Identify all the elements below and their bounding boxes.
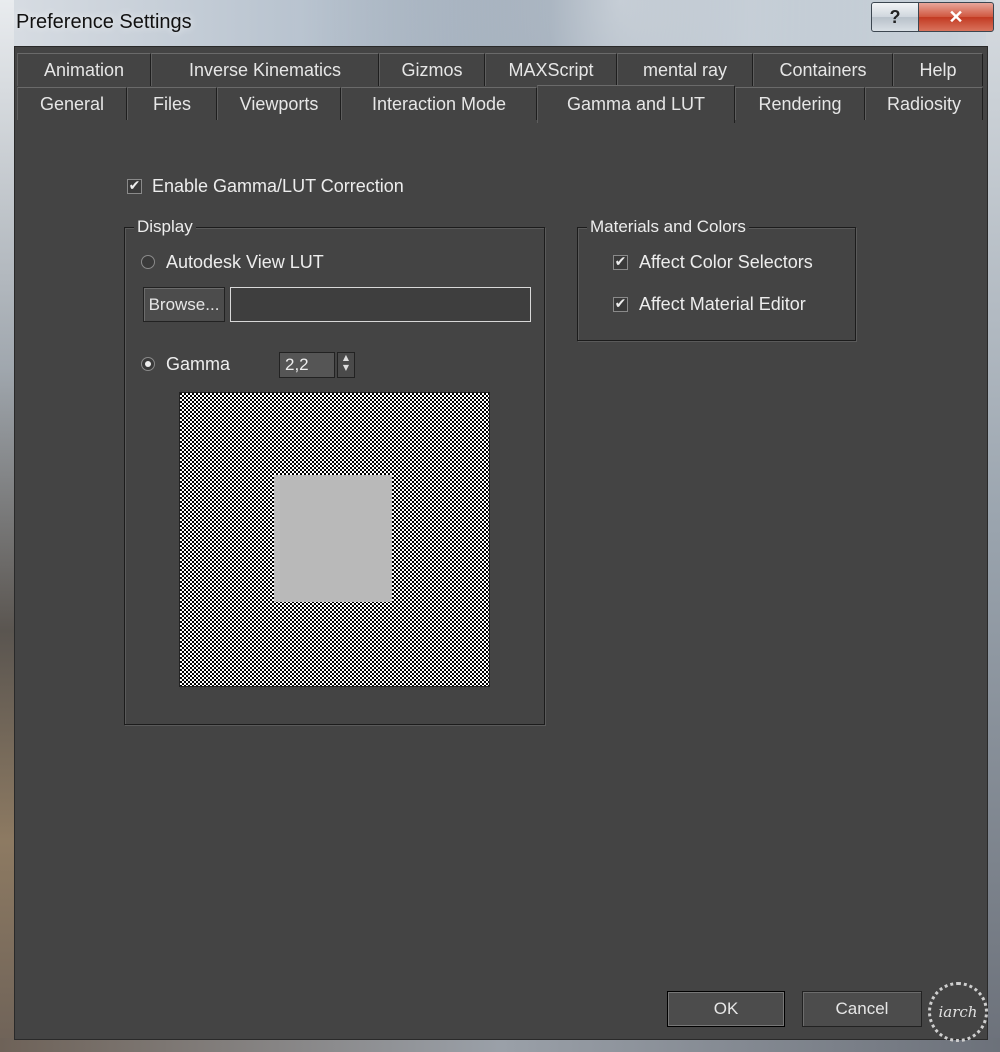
gamma-label: Gamma — [166, 354, 231, 374]
display-group-title: Display — [134, 217, 196, 237]
browse-button[interactable]: Browse... — [143, 287, 225, 322]
affect-color-selectors-checkbox[interactable]: ✔ — [613, 255, 628, 270]
affect-material-editor-label: Affect Material Editor — [639, 294, 806, 314]
caption-buttons: ? ✕ — [871, 2, 994, 32]
tab-gizmos[interactable]: Gizmos — [379, 53, 485, 86]
window-frame-right — [986, 0, 1000, 1052]
affect-color-selectors-label: Affect Color Selectors — [639, 252, 813, 272]
tab-mental-ray[interactable]: mental ray — [617, 53, 753, 86]
cancel-button[interactable]: Cancel — [802, 991, 922, 1027]
watermark-logo: iarch — [928, 982, 988, 1042]
dialog-client-area: Animation Inverse Kinematics Gizmos MAXS… — [14, 46, 988, 1040]
enable-gamma-checkbox[interactable]: ✔ — [127, 179, 142, 194]
gamma-preview-pattern — [179, 392, 490, 687]
window-title: Preference Settings — [16, 11, 192, 33]
tab-files[interactable]: Files — [127, 87, 217, 120]
tab-radiosity[interactable]: Radiosity — [865, 87, 983, 120]
tab-viewports[interactable]: Viewports — [217, 87, 341, 120]
materials-colors-group — [577, 227, 856, 341]
tab-general[interactable]: General — [17, 87, 127, 120]
gamma-radio[interactable] — [141, 357, 155, 371]
tab-animation[interactable]: Animation — [17, 53, 151, 86]
tab-rendering[interactable]: Rendering — [735, 87, 865, 120]
spin-up-icon[interactable]: ▲ — [338, 353, 354, 363]
help-button[interactable]: ? — [871, 2, 919, 32]
tab-inverse-kinematics[interactable]: Inverse Kinematics — [151, 53, 379, 86]
tab-containers[interactable]: Containers — [753, 53, 893, 86]
tab-interaction-mode[interactable]: Interaction Mode — [341, 87, 537, 120]
tab-help[interactable]: Help — [893, 53, 983, 86]
gamma-value-input[interactable]: 2,2 — [279, 352, 335, 378]
gamma-spinner[interactable]: ▲ ▼ — [337, 352, 355, 378]
enable-gamma-label: Enable Gamma/LUT Correction — [152, 176, 404, 196]
autodesk-lut-label: Autodesk View LUT — [166, 252, 324, 272]
spin-down-icon[interactable]: ▼ — [338, 363, 354, 373]
gamma-preview-swatch — [274, 475, 392, 602]
close-button[interactable]: ✕ — [918, 2, 994, 32]
affect-material-editor-checkbox[interactable]: ✔ — [613, 297, 628, 312]
ok-button[interactable]: OK — [667, 991, 785, 1027]
tab-gamma-and-lut[interactable]: Gamma and LUT — [537, 85, 735, 123]
materials-colors-group-title: Materials and Colors — [587, 217, 749, 237]
tab-maxscript[interactable]: MAXScript — [485, 53, 617, 86]
window-frame-bottom — [0, 1038, 1000, 1052]
autodesk-lut-radio[interactable] — [141, 255, 155, 269]
lut-path-field[interactable] — [230, 287, 531, 322]
